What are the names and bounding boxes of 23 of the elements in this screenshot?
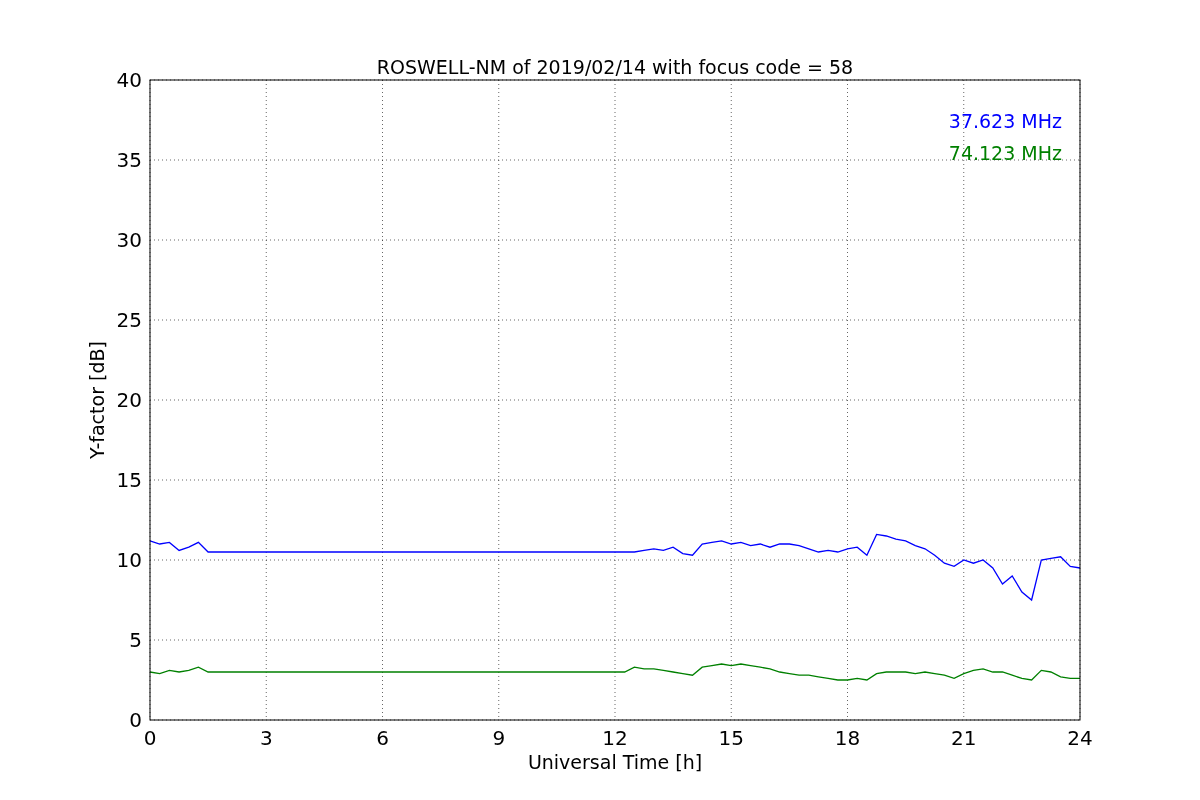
- axis-label: Y-factor [dB]: [86, 341, 108, 459]
- chart-title: ROSWELL-NM of 2019/02/14 with focus code = 58: [376, 56, 854, 78]
- tick-label: 0: [129, 708, 142, 732]
- tick-label: 24: [1067, 726, 1093, 750]
- tick-label: 21: [951, 726, 977, 750]
- tick-label: 9: [492, 726, 506, 750]
- tick-label: 25: [116, 308, 142, 332]
- tick-label: 18: [834, 726, 861, 750]
- tick-label: 12: [602, 726, 628, 750]
- tick-label: 35: [116, 148, 142, 172]
- tick-label: 6: [376, 726, 389, 750]
- legend-label: 37.623 MHz: [948, 110, 1062, 132]
- tick-label: 10: [116, 548, 142, 572]
- tick-label: 30: [116, 228, 142, 252]
- legend-label: 74.123 MHz: [948, 142, 1062, 164]
- tick-label: 0: [143, 726, 157, 750]
- tick-label: 15: [718, 726, 744, 750]
- tick-label: 3: [259, 726, 273, 750]
- tick-label: 5: [129, 628, 142, 652]
- tick-label: 20: [116, 388, 142, 412]
- tick-label: 15: [116, 468, 142, 492]
- tick-label: 40: [116, 68, 142, 92]
- axis-label: Universal Time [h]: [527, 751, 703, 773]
